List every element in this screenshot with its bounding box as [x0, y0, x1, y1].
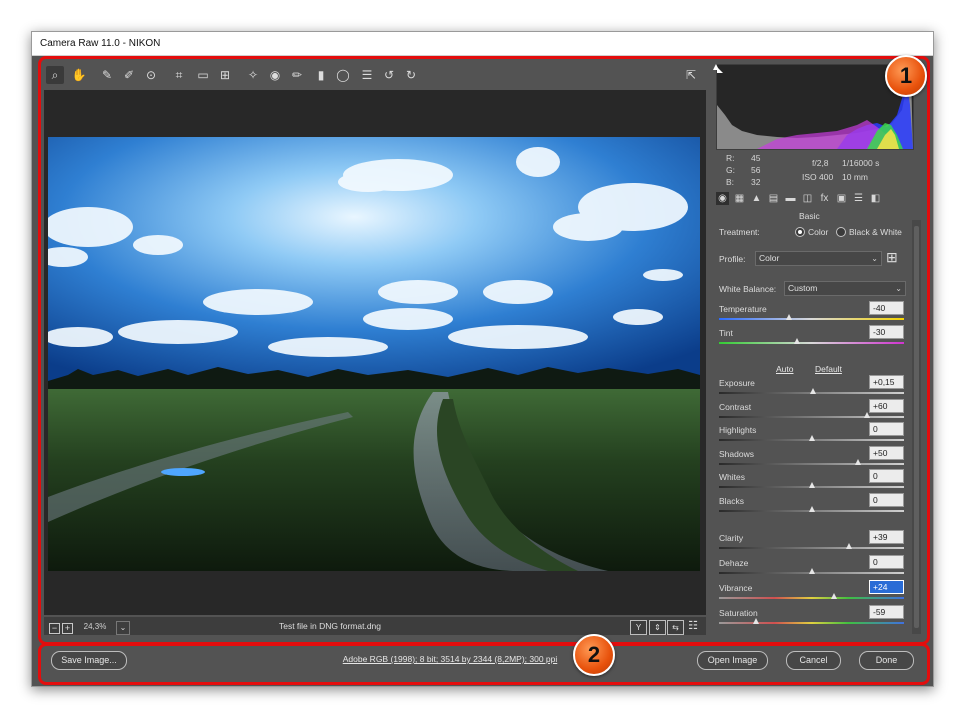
- annotation-frame-main: [38, 56, 930, 645]
- annotation-frame-bottom: [38, 643, 930, 685]
- annotation-badge-2: 2: [573, 634, 615, 676]
- window-title: Camera Raw 11.0 - NIKON: [32, 32, 933, 56]
- annotation-badge-1: 1: [885, 55, 927, 97]
